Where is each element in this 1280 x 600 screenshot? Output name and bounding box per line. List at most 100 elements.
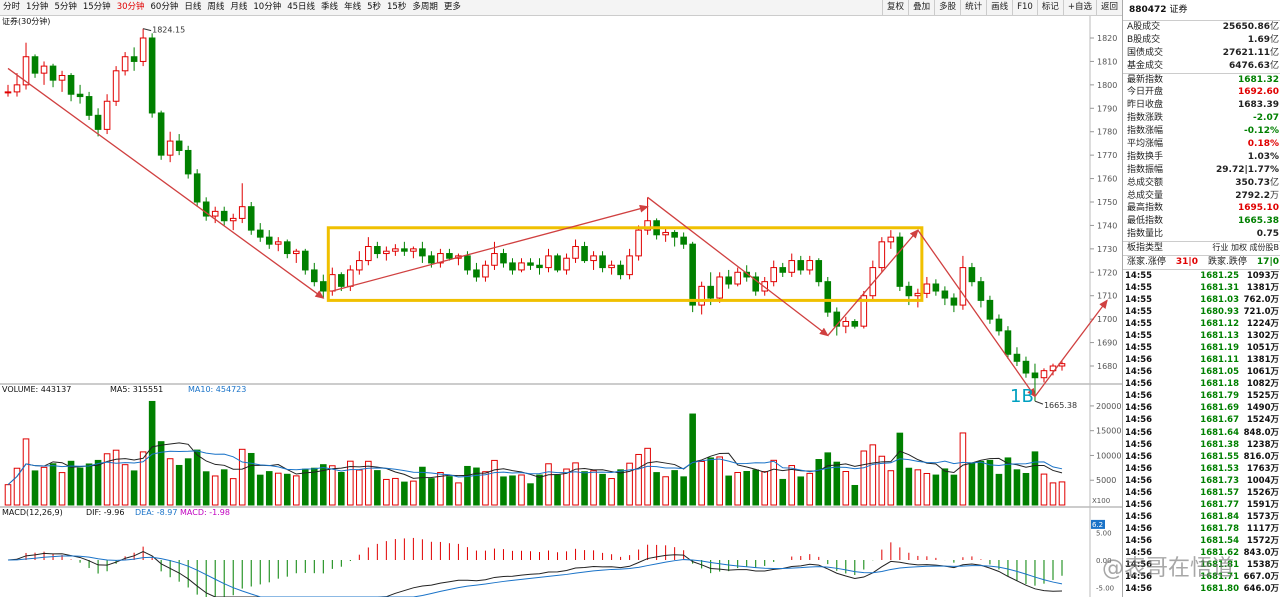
tick-row: 14:56 1681.67 1524万 — [1123, 414, 1280, 426]
period-tab[interactable]: 分时 — [0, 0, 23, 15]
candle-body — [446, 253, 453, 259]
candle-body — [896, 236, 904, 287]
candle-body — [383, 250, 390, 255]
candle-body — [76, 93, 84, 98]
candle-body — [464, 255, 471, 271]
candle-body — [247, 206, 255, 231]
volume-bar — [716, 456, 723, 506]
volume-bar — [977, 460, 985, 506]
tick-price: 1680.93 — [1200, 307, 1239, 318]
volume-bar — [428, 478, 435, 506]
candle-body — [671, 231, 678, 238]
tick-price: 1681.84 — [1200, 511, 1239, 522]
toolbar-button[interactable]: 多股 — [934, 0, 960, 15]
toolbar-button[interactable]: 统计 — [960, 0, 986, 15]
volume-bar — [112, 449, 120, 506]
price-axis-label: 1680 — [1097, 362, 1117, 371]
volume-bar — [229, 478, 237, 506]
candle-body — [301, 250, 309, 271]
period-tab[interactable]: 60分钟 — [148, 0, 182, 15]
stat-row: 指数涨幅 -0.12% — [1123, 125, 1280, 138]
stat-row: 指数量比 0.75 — [1123, 228, 1280, 241]
period-tab[interactable]: 周线 — [204, 0, 227, 15]
volume-bar — [599, 473, 606, 506]
stat-unit: 亿 — [1269, 34, 1279, 45]
period-tab[interactable]: 更多 — [441, 0, 464, 15]
tick-row: 14:55 1681.13 1302万 — [1123, 330, 1280, 342]
period-tab[interactable]: 15秒 — [384, 0, 409, 15]
volume-bar — [1031, 451, 1039, 506]
volume-bar — [446, 476, 453, 506]
tick-volume: 1526万 — [1246, 487, 1279, 498]
stat-row: 最高指数 1695.10 — [1123, 202, 1280, 215]
stat-unit: 万 — [1269, 190, 1279, 201]
chart-area[interactable]: 证券(30分钟) 1820 1810 1800 1790 1780 1770 1760 1750… — [0, 16, 1122, 598]
period-tab[interactable]: 45日线 — [284, 0, 318, 15]
low-marker — [1034, 400, 1044, 405]
period-tab[interactable]: 日线 — [181, 0, 204, 15]
candle-body — [103, 100, 111, 130]
period-tab[interactable]: 30分钟 — [114, 0, 148, 15]
candle-body — [211, 210, 219, 217]
volume-axis-label: 10000 — [1096, 451, 1121, 460]
toolbar-button[interactable]: +自选 — [1062, 0, 1096, 15]
tick-price: 1681.05 — [1200, 367, 1239, 378]
candlestick-chart[interactable]: 证券(30分钟) 1820 1810 1800 1790 1780 1770 1760 1750… — [0, 16, 1122, 598]
stat-value: 25650.86亿 — [1222, 22, 1279, 32]
toolbar-button[interactable]: 画线 — [986, 0, 1012, 15]
period-tab[interactable]: 年线 — [341, 0, 364, 15]
stats-list: A股成交 25650.86亿 B股成交 1.69亿 国债成交 27621.11亿 基金成交 6… — [1123, 21, 1280, 241]
tick-list[interactable]: 14:55 1681.25 1093万 14:55 1681.31 1381万 14:55 1… — [1123, 268, 1280, 595]
stat-label: 指数涨跌 — [1127, 113, 1164, 124]
period-tab[interactable]: 10分钟 — [250, 0, 284, 15]
period-tab[interactable]: 15分钟 — [80, 0, 114, 15]
period-tab[interactable]: 多周期 — [409, 0, 441, 15]
stat-row: 昨日收盘 1683.39 — [1123, 99, 1280, 112]
toolbar-button[interactable]: 叠加 — [908, 0, 934, 15]
tick-price: 1681.69 — [1200, 403, 1239, 414]
candle-body — [220, 210, 228, 222]
stat-unit: 亿 — [1269, 60, 1279, 71]
candle-body — [536, 264, 543, 269]
board-type-value[interactable]: 行业 加权 成份股B — [1212, 242, 1279, 255]
candle-body — [428, 255, 435, 264]
period-tab[interactable]: 月线 — [227, 0, 250, 15]
volume-ma10-label: MA10: 454723 — [188, 385, 246, 394]
volume-bar — [166, 458, 174, 506]
toolbar-button[interactable]: 返回 — [1095, 0, 1122, 15]
volume-bar — [67, 460, 75, 506]
candle-body — [94, 114, 102, 130]
stat-value: 2792.2万 — [1235, 190, 1279, 201]
high-label: 1824.15 — [152, 26, 185, 35]
volume-bar — [536, 474, 543, 506]
volume-bar — [689, 413, 696, 506]
trend-arrow — [917, 229, 1036, 398]
tick-price: 1681.73 — [1200, 475, 1239, 486]
toolbar-button[interactable]: F10 — [1012, 0, 1037, 15]
updown-label: 涨家.涨停 — [1127, 257, 1166, 268]
stat-label: 指数振幅 — [1127, 164, 1164, 175]
stat-value: 1.03% — [1247, 151, 1279, 162]
volume-bar — [292, 475, 300, 506]
period-tab[interactable]: 5分钟 — [51, 0, 79, 15]
stat-row: 国债成交 27621.11亿 — [1123, 47, 1280, 60]
stat-label: 最高指数 — [1127, 203, 1164, 214]
tick-volume: 1763万 — [1246, 463, 1279, 474]
period-tab[interactable]: 1分钟 — [23, 0, 51, 15]
toolbar-button[interactable]: 复权 — [882, 0, 908, 15]
volume-bar — [995, 473, 1003, 506]
candle-body — [184, 149, 192, 175]
volume-bar — [869, 444, 877, 506]
tick-time: 14:55 — [1125, 319, 1153, 330]
candle-body — [175, 140, 183, 151]
volume-bar — [968, 462, 976, 506]
tick-volume: 816.0万 — [1243, 451, 1279, 462]
toolbar-button[interactable]: 标记 — [1036, 0, 1063, 15]
period-tab[interactable]: 季线 — [318, 0, 341, 15]
candle-body — [40, 65, 48, 74]
candle-body — [500, 253, 507, 264]
volume-bar — [392, 477, 399, 506]
tick-row: 14:56 1681.55 816.0万 — [1123, 451, 1280, 463]
volume-bar — [545, 463, 552, 506]
period-tab[interactable]: 5秒 — [364, 0, 384, 15]
